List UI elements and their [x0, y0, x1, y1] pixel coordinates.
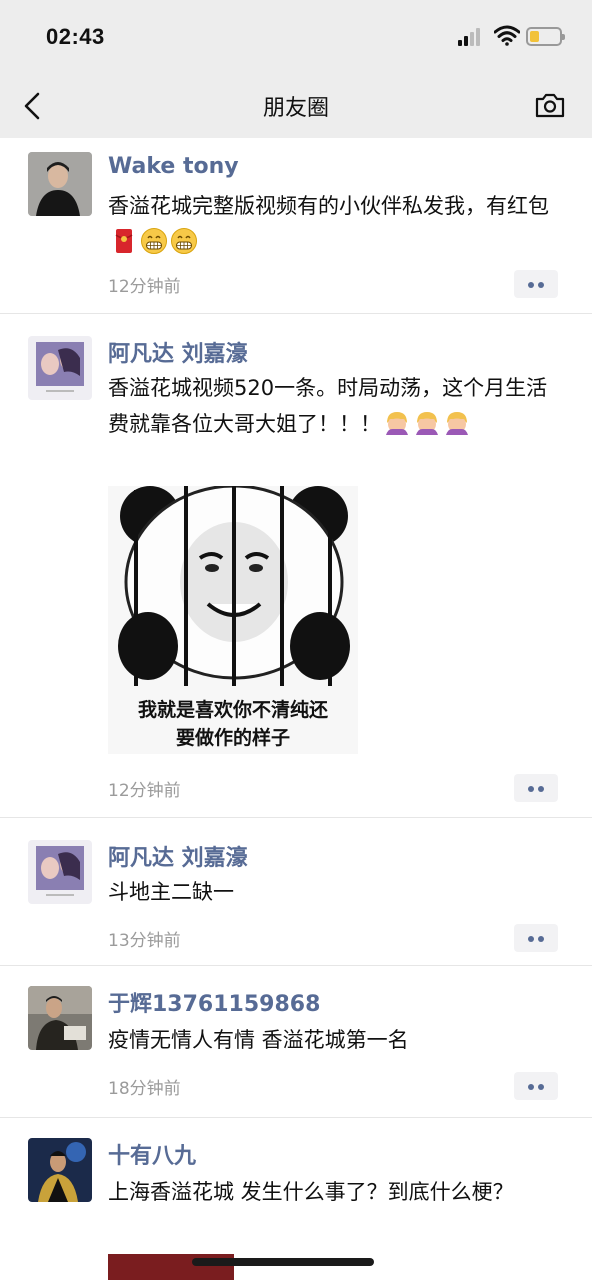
feed-post: 阿凡达 刘嘉濠 斗地主二缺一 13分钟前	[0, 818, 592, 966]
avatar[interactable]	[28, 840, 92, 904]
post-author[interactable]: 于辉13761159868	[108, 986, 320, 1018]
post-content: 香溢花城视频520一条。时局动荡，这个月生活费就靠各位大哥大姐了！！！	[108, 370, 558, 442]
page-title: 朋友圈	[262, 96, 329, 121]
avatar[interactable]	[28, 986, 92, 1050]
woman-bowing-emoji-icon	[446, 412, 468, 435]
cellular-signal-icon	[458, 28, 484, 46]
camera-button[interactable]	[534, 90, 566, 120]
woman-bowing-emoji-icon	[386, 412, 408, 435]
battery-icon	[526, 27, 565, 46]
more-actions-button[interactable]	[514, 1072, 558, 1100]
image-caption-line: 要做作的样子	[175, 727, 290, 749]
post-text: 香溢花城完整版视频有的小伙伴私发我，有红包	[108, 194, 549, 218]
post-text: 斗地主二缺一	[108, 880, 234, 904]
more-actions-button[interactable]	[514, 270, 558, 298]
image-caption: 我就是喜欢你不清纯还 要做作的样子	[108, 696, 358, 752]
feed-post: 十有八九 上海香溢花城 发生什么事了？到底什么梗？	[0, 1118, 592, 1278]
grin-emoji-icon	[141, 228, 167, 254]
more-actions-button[interactable]	[514, 774, 558, 802]
post-content: 疫情无情人有情 香溢花城第一名	[108, 1022, 558, 1058]
moments-feed: Wake tony 香溢花城完整版视频有的小伙伴私发我，有红包 12分钟前 阿凡…	[0, 138, 592, 1278]
post-time: 12分钟前	[108, 781, 181, 801]
avatar[interactable]	[28, 336, 92, 400]
status-time: 02:43	[46, 24, 105, 49]
post-content: 香溢花城完整版视频有的小伙伴私发我，有红包	[108, 188, 558, 260]
post-author[interactable]: 阿凡达 刘嘉濠	[108, 336, 248, 368]
post-time: 12分钟前	[108, 277, 181, 297]
post-content: 上海香溢花城 发生什么事了？到底什么梗？	[108, 1174, 558, 1210]
red-envelope-icon	[115, 229, 133, 253]
post-author[interactable]: Wake tony	[108, 154, 239, 179]
home-indicator[interactable]	[192, 1258, 374, 1266]
avatar[interactable]	[28, 1138, 92, 1202]
post-text: 香溢花城视频520一条。时局动荡，这个月生活费就靠各位大哥大姐了！！！	[108, 376, 548, 436]
avatar[interactable]	[28, 152, 92, 216]
feed-post: Wake tony 香溢花城完整版视频有的小伙伴私发我，有红包 12分钟前	[0, 138, 592, 314]
post-image[interactable]: 我就是喜欢你不清纯还 要做作的样子	[108, 486, 358, 754]
post-time: 13分钟前	[108, 931, 181, 951]
grin-emoji-icon	[171, 228, 197, 254]
more-actions-button[interactable]	[514, 924, 558, 952]
top-bar: 02:43 朋友圈	[0, 0, 592, 138]
post-content: 斗地主二缺一	[108, 874, 558, 910]
post-author[interactable]: 阿凡达 刘嘉濠	[108, 840, 248, 872]
post-text: 上海香溢花城 发生什么事了？到底什么梗？	[108, 1180, 514, 1204]
wifi-icon	[494, 25, 520, 46]
feed-post: 于辉13761159868 疫情无情人有情 香溢花城第一名 18分钟前	[0, 966, 592, 1118]
post-time: 18分钟前	[108, 1079, 181, 1099]
feed-post: 阿凡达 刘嘉濠 香溢花城视频520一条。时局动荡，这个月生活费就靠各位大哥大姐了…	[0, 314, 592, 818]
woman-bowing-emoji-icon	[416, 412, 438, 435]
image-caption-line: 我就是喜欢你不清纯还	[137, 699, 328, 721]
post-author[interactable]: 十有八九	[108, 1138, 196, 1170]
post-text: 疫情无情人有情 香溢花城第一名	[108, 1028, 409, 1052]
